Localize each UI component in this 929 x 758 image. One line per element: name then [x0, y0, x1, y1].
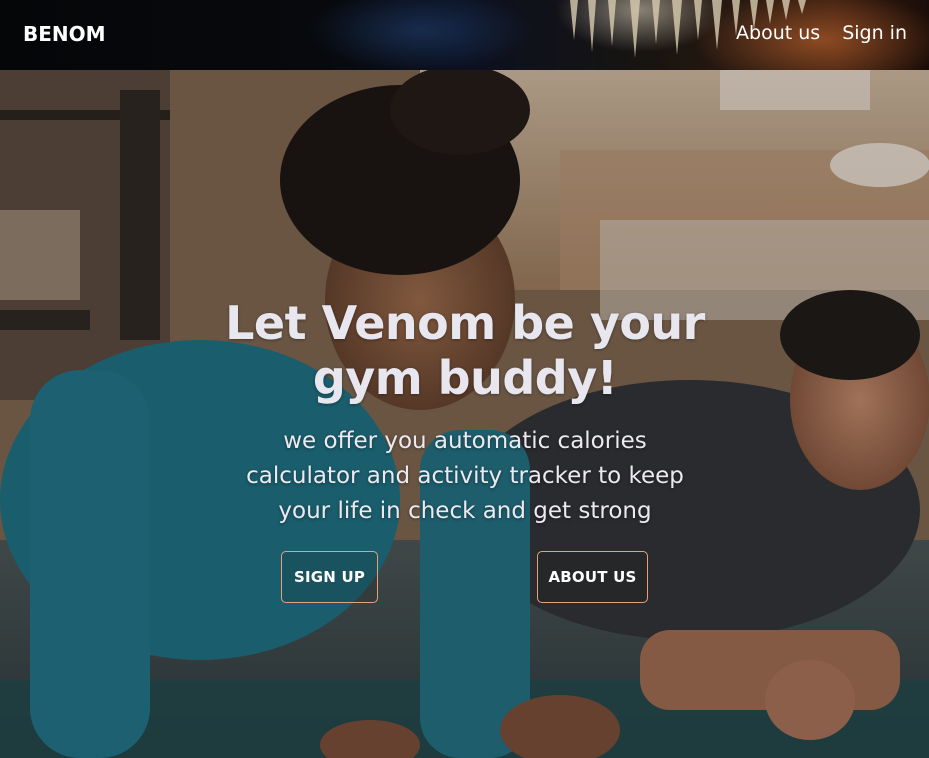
brand-logo[interactable]: BENOM: [23, 22, 106, 46]
about-us-button[interactable]: ABOUT US: [537, 551, 648, 603]
sign-up-button[interactable]: SIGN UP: [281, 551, 378, 603]
nav-link-about-us[interactable]: About us: [736, 22, 820, 44]
hero-section: Let Venom be your gym buddy! we offer yo…: [0, 70, 929, 758]
hero-subline: we offer you automatic calories calculat…: [246, 428, 684, 524]
hero-content: Let Venom be your gym buddy! we offer yo…: [0, 70, 929, 758]
nav-link-sign-in[interactable]: Sign in: [842, 22, 907, 44]
hero-headline: Let Venom be your gym buddy!: [225, 296, 705, 405]
navbar: BENOM About us Sign in: [0, 0, 929, 70]
nav-links: About us Sign in: [736, 22, 907, 44]
